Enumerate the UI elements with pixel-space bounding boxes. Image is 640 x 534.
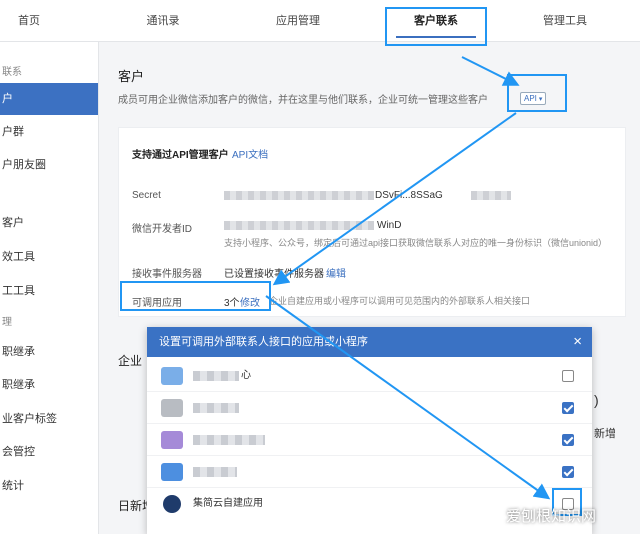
sidebar-item-customer-tags[interactable]: 业客户标签 — [0, 406, 98, 432]
sidebar-item-resign-inherit[interactable]: 职继承 — [0, 339, 98, 365]
secret-masked-tail — [471, 191, 511, 200]
api-support-label: 支持通过API管理客户 — [132, 150, 229, 161]
event-server-edit-link[interactable]: 编辑 — [326, 265, 346, 280]
app-icon — [161, 367, 183, 385]
app-row[interactable] — [147, 392, 592, 424]
sidebar: 联系 户 户群 户朋友圈 客户 效工具 工工具 理 职继承 职继承 业客户标签 … — [0, 42, 99, 534]
top-nav: 首页 通讯录 应用管理 客户联系 管理工具 — [0, 0, 640, 42]
wechat-dev-label: 微信开发者ID — [132, 224, 192, 235]
tab-app-management[interactable]: 应用管理 — [258, 0, 338, 42]
sidebar-item-efficiency-tools[interactable]: 效工具 — [0, 244, 98, 270]
app-checkbox[interactable] — [562, 434, 574, 446]
right-edge-add-label: 新增 — [594, 428, 616, 440]
sidebar-item-customer-groups[interactable]: 户群 — [0, 119, 98, 145]
app-name: 集简云自建应用 — [193, 498, 263, 509]
app-name-masked — [193, 371, 239, 381]
dialog-header: 设置可调用外部联系人接口的应用或小程序 × — [147, 327, 592, 357]
right-edge-digit: ) — [594, 392, 599, 408]
callable-apps-desc: 企业自建应用或小程序可以调用可见范围内的外部联系人相关接口 — [269, 296, 531, 306]
wechat-dev-sub: 支持小程序、公众号，绑定后可通过api接口获取微信联系人对应的唯一身份标识（微信… — [224, 238, 608, 248]
highlight-callable-apps — [120, 281, 271, 311]
close-icon[interactable]: × — [573, 327, 582, 357]
sidebar-item-statistics[interactable]: 统计 — [0, 473, 98, 499]
wechat-dev-value: WinD — [377, 220, 402, 231]
app-row[interactable]: 心 — [147, 360, 592, 392]
app-row[interactable] — [147, 456, 592, 488]
secret-label: Secret — [132, 190, 161, 201]
highlight-api-badge — [507, 74, 567, 112]
sidebar-item-add-customer[interactable]: 客户 — [0, 210, 98, 236]
app-icon — [161, 399, 183, 417]
tab-management-tools[interactable]: 管理工具 — [525, 0, 605, 42]
secret-masked — [224, 191, 374, 200]
page-title: 客户 — [118, 69, 145, 84]
sidebar-item-staff-tools[interactable]: 工工具 — [0, 278, 98, 304]
highlight-customer-tab — [385, 7, 487, 46]
tab-contacts[interactable]: 通讯录 — [128, 0, 198, 42]
app-name: 心 — [241, 370, 251, 381]
sidebar-item-moments[interactable]: 户朋友圈 — [0, 152, 98, 178]
app-checkbox[interactable] — [562, 402, 574, 414]
sidebar-item-onjob-inherit[interactable]: 职继承 — [0, 372, 98, 398]
app-select-dialog: 设置可调用外部联系人接口的应用或小程序 × 心 集简云自建应用 — [147, 327, 592, 534]
sidebar-item-session-control[interactable]: 会管控 — [0, 439, 98, 465]
app-name-masked — [193, 435, 265, 445]
event-server-value: 已设置接收事件服务器 — [224, 269, 324, 280]
app-icon — [161, 431, 183, 449]
event-server-label: 接收事件服务器 — [132, 269, 202, 280]
tab-home[interactable]: 首页 — [0, 0, 58, 42]
page-description: 成员可用企业微信添加客户的微信，并在这里与他们联系，企业可统一管理这些客户 — [118, 95, 488, 106]
app-icon — [163, 495, 181, 513]
watermark: 爱刨根知识网 — [506, 508, 597, 525]
secret-value: DSvFi...8SSaG — [375, 190, 443, 201]
app-icon — [161, 463, 183, 481]
app-row[interactable] — [147, 424, 592, 456]
wechat-dev-masked — [224, 221, 374, 230]
sidebar-group-manage: 理 — [2, 317, 12, 328]
api-doc-link[interactable]: API文档 — [232, 146, 268, 161]
app-checkbox[interactable] — [562, 370, 574, 382]
sidebar-item-customer[interactable]: 户 — [0, 83, 98, 115]
app-name-masked — [193, 403, 239, 413]
app-name-masked — [193, 467, 237, 477]
app-checkbox[interactable] — [562, 466, 574, 478]
section-enterprise-title: 企业 — [118, 354, 143, 368]
dialog-title: 设置可调用外部联系人接口的应用或小程序 — [159, 336, 368, 348]
